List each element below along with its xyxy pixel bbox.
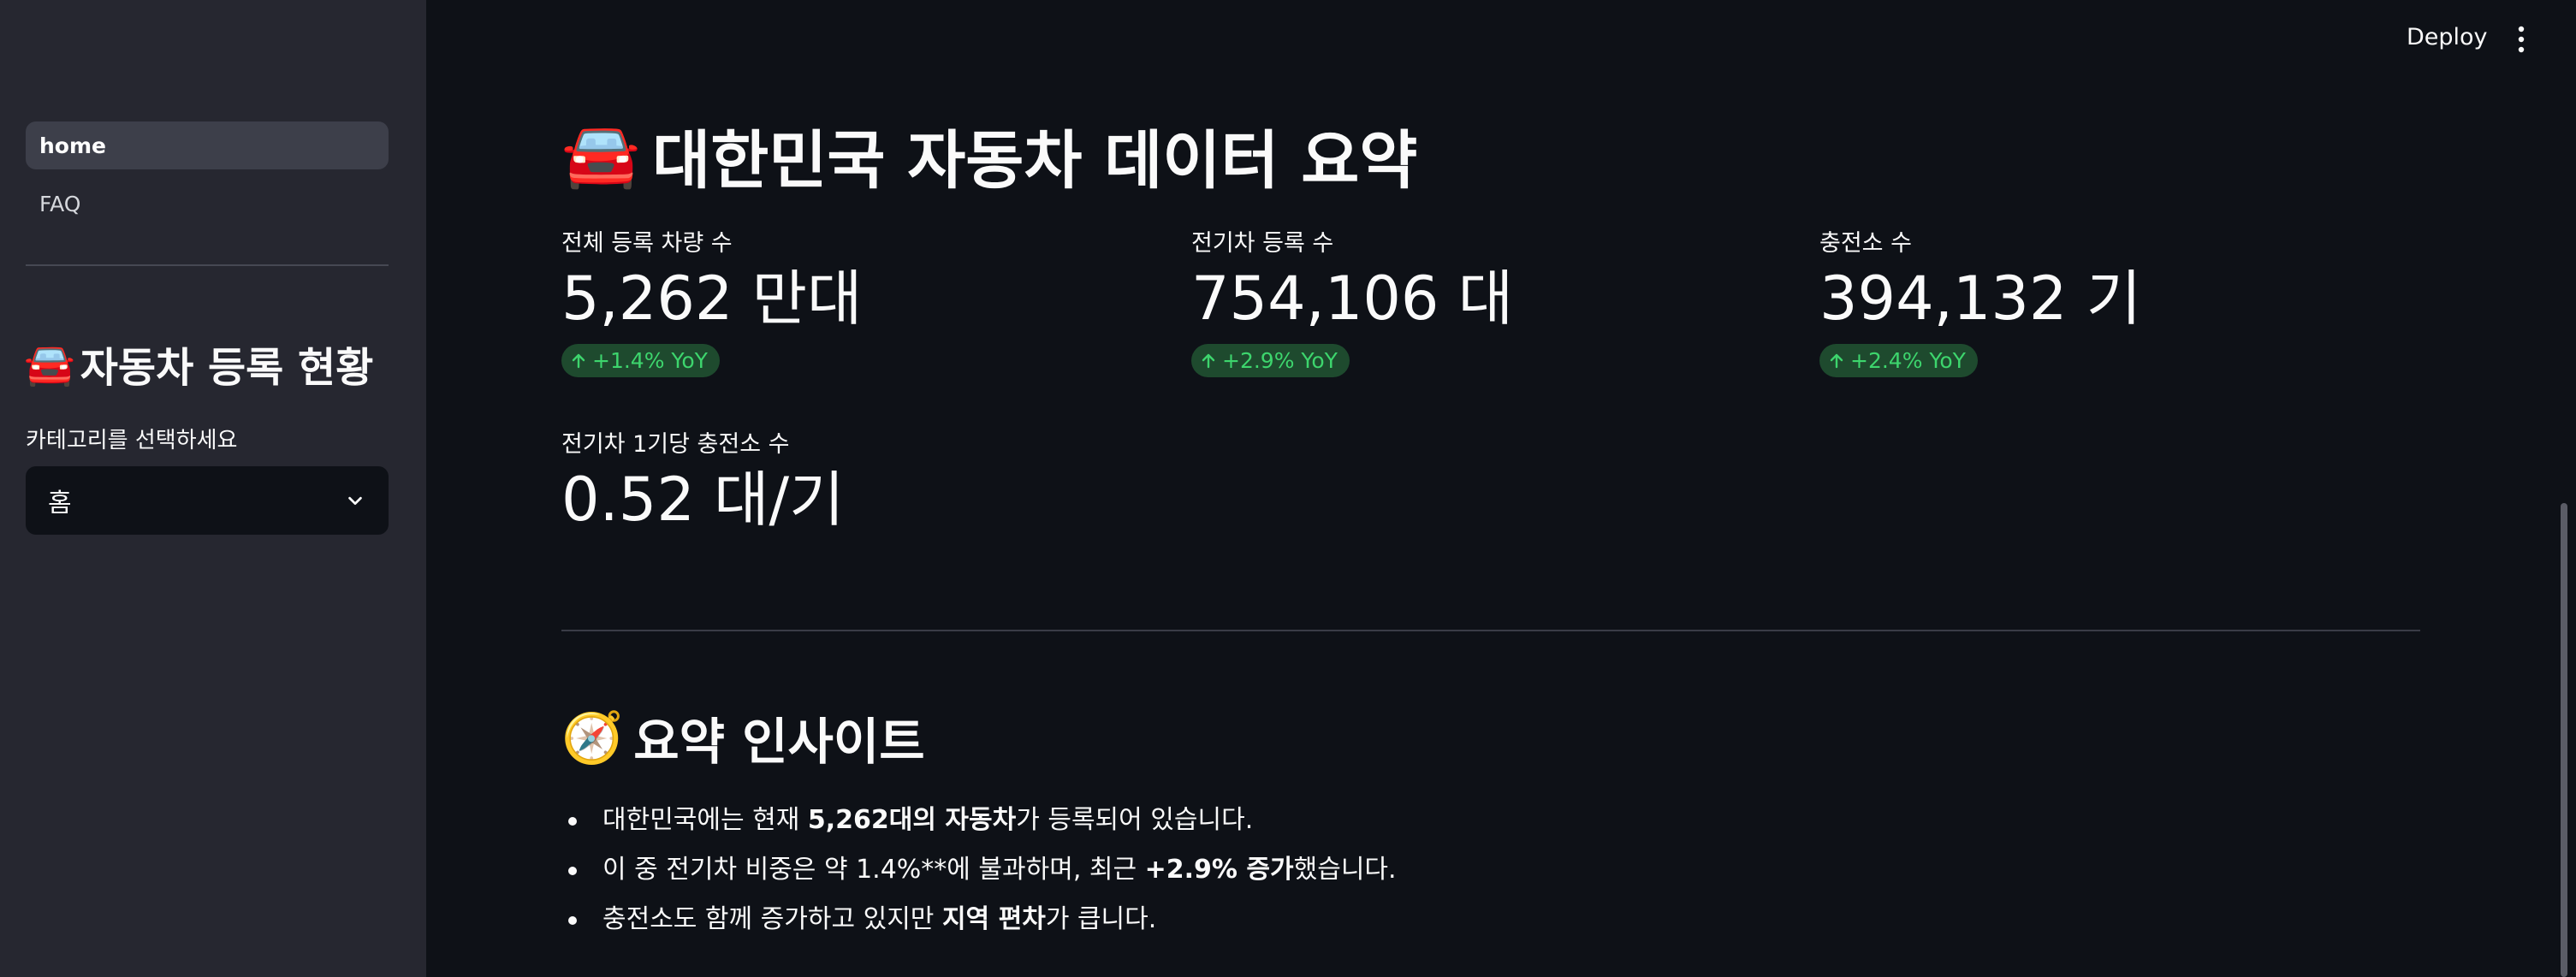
metric-label: 전기차 등록 수 <box>1191 230 1334 257</box>
metric-value: 754,106 대 <box>1191 263 1514 334</box>
metric-charging-stations: 충전소 수 394,132 기 +2.4% YoY <box>1819 224 2141 377</box>
insights-title-text: 요약 인사이트 <box>633 713 925 771</box>
compass-icon: 🧭 <box>561 708 624 767</box>
arrow-up-icon <box>1202 353 1215 368</box>
sidebar-title-text: 자동차 등록 현황 <box>80 344 374 392</box>
page-title-text: 대한민국 자동차 데이터 요약 <box>652 124 1418 198</box>
deploy-button[interactable]: Deploy <box>2407 24 2488 50</box>
metric-label: 전기차 1기당 충전소 수 <box>561 431 790 458</box>
sidebar-item-label: FAQ <box>39 191 81 216</box>
insights-title: 🧭 요약 인사이트 <box>561 702 925 773</box>
car-icon: 🚘 <box>24 340 75 388</box>
list-item: 충전소도 함께 증가하고 있지만 지역 편차가 큽니다. <box>568 895 1397 944</box>
metric-label: 충전소 수 <box>1819 230 1912 257</box>
category-select-value: 홈 <box>48 488 72 518</box>
metric-value: 394,132 기 <box>1819 263 2142 334</box>
metric-delta-text: +1.4% YoY <box>592 348 708 373</box>
chevron-down-icon <box>348 496 362 506</box>
metric-delta-badge: +2.9% YoY <box>1191 344 1350 377</box>
metric-value: 5,262 만대 <box>561 263 863 334</box>
sidebar-item-label: home <box>39 133 106 158</box>
list-item: 이 중 전기차 비중은 약 1.4%**에 불과하며, 최근 +2.9% 증가했… <box>568 845 1397 895</box>
category-select-label: 카테고리를 선택하세요 <box>26 428 238 453</box>
section-divider <box>561 630 2420 631</box>
list-item: 대한민국에는 현재 5,262대의 자동차가 등록되어 있습니다. <box>568 796 1397 845</box>
kebab-menu-icon[interactable] <box>2511 22 2531 56</box>
metric-chargers-per-ev: 전기차 1기당 충전소 수 0.52 대/기 <box>561 425 845 533</box>
metric-delta-text: +2.4% YoY <box>1850 348 1966 373</box>
metric-label: 전체 등록 차량 수 <box>561 230 733 257</box>
car-icon: 🚘 <box>561 118 641 192</box>
sidebar-item-home[interactable]: home <box>26 121 389 169</box>
category-select[interactable]: 홈 <box>26 466 389 535</box>
page-title: 🚘 대한민국 자동차 데이터 요약 <box>561 110 1417 201</box>
main-scrollbar[interactable] <box>2561 503 2567 977</box>
metric-delta-text: +2.9% YoY <box>1222 348 1338 373</box>
insights-list: 대한민국에는 현재 5,262대의 자동차가 등록되어 있습니다. 이 중 전기… <box>561 796 1397 944</box>
metric-value: 0.52 대/기 <box>561 465 845 535</box>
arrow-up-icon <box>572 353 585 368</box>
sidebar: home FAQ 🚘 자동차 등록 현황 카테고리를 선택하세요 홈 <box>0 0 426 977</box>
sidebar-item-faq[interactable]: FAQ <box>26 180 389 228</box>
metric-delta-badge: +1.4% YoY <box>561 344 720 377</box>
metric-delta-badge: +2.4% YoY <box>1819 344 1978 377</box>
sidebar-divider <box>26 264 389 266</box>
metric-total-vehicles: 전체 등록 차량 수 5,262 만대 +1.4% YoY <box>561 224 862 377</box>
sidebar-title: 🚘 자동차 등록 현황 <box>24 334 373 394</box>
metric-ev-registrations: 전기차 등록 수 754,106 대 +2.9% YoY <box>1191 224 1513 377</box>
arrow-up-icon <box>1830 353 1843 368</box>
